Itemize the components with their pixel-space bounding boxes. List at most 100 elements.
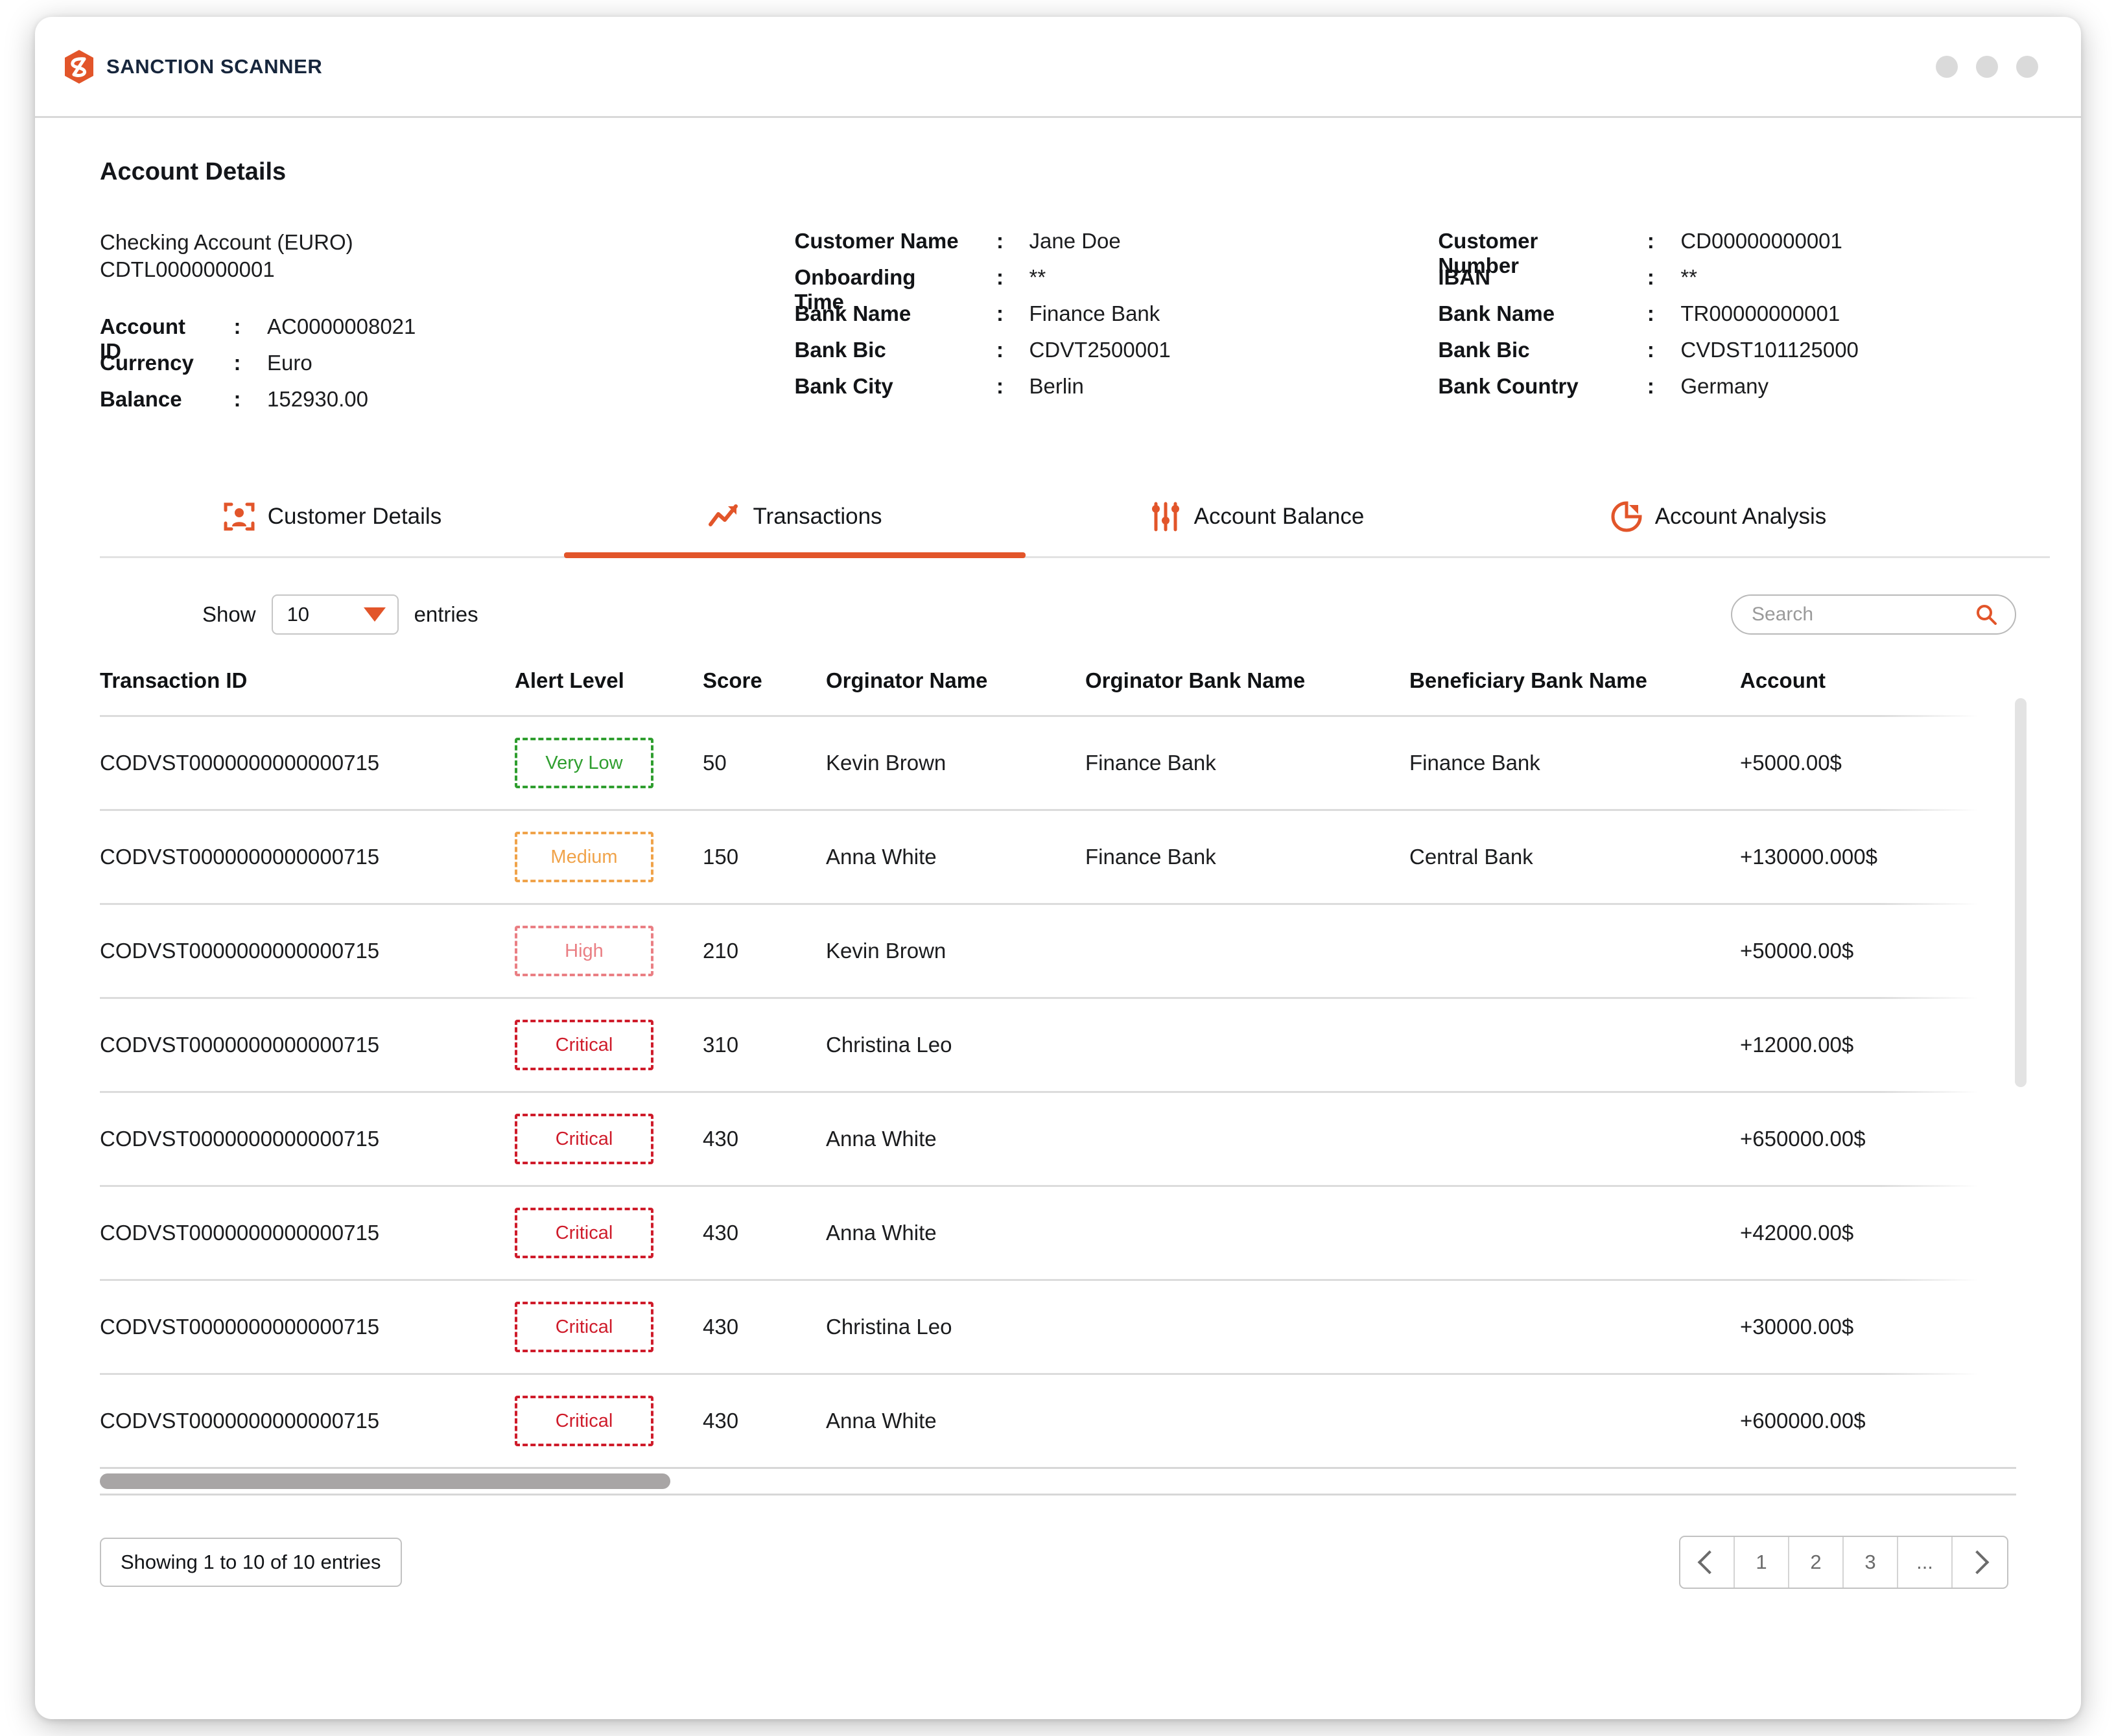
status-badge: High — [515, 926, 653, 977]
col-alert-level[interactable]: Alert Level — [515, 668, 703, 718]
pagination-prev[interactable] — [1680, 1537, 1735, 1588]
page-size-value: 10 — [287, 603, 310, 626]
status-badge: Critical — [515, 1302, 653, 1353]
field-colon: : — [233, 387, 241, 412]
cell-alert-level: Critical — [515, 1186, 703, 1282]
field-label: Customer Name — [794, 229, 959, 253]
table-row[interactable]: CODVST0000000000000715 Medium 150 Anna W… — [100, 810, 2016, 906]
window-controls[interactable] — [1936, 55, 2038, 78]
pagination-page-3[interactable]: 3 — [1844, 1537, 1898, 1588]
cell-beneficiary-bank-name — [1409, 1374, 1740, 1468]
field-colon: : — [1647, 229, 1654, 253]
cell-transaction-id: CODVST0000000000000715 — [100, 904, 515, 1000]
col-transaction-id[interactable]: Transaction ID — [100, 668, 515, 718]
window-dot-3[interactable] — [2016, 55, 2038, 78]
field-colon: : — [1647, 301, 1654, 325]
status-badge: Critical — [515, 1208, 653, 1259]
page-title: Account Details — [100, 158, 287, 185]
field-value: TR00000000001 — [1680, 301, 1840, 325]
table-header-row: Transaction ID Alert Level Score Orginat… — [100, 668, 2016, 718]
search-input[interactable] — [1752, 604, 1959, 626]
field-label: Bank Name — [794, 301, 911, 325]
field-colon: : — [1647, 338, 1654, 362]
cell-account-amount: +650000.00$ — [1740, 1092, 2012, 1188]
cell-transaction-id: CODVST0000000000000715 — [100, 716, 515, 812]
field-label: Bank City — [794, 374, 893, 398]
table-row[interactable]: CODVST0000000000000715 Very Low 50 Kevin… — [100, 716, 2016, 812]
table-row[interactable]: CODVST0000000000000715 Critical 310 Chri… — [100, 998, 2016, 1094]
table-footer: Showing 1 to 10 of 10 entries 1 2 3 ... — [66, 1496, 2050, 1589]
field-value: Euro — [267, 351, 312, 375]
field-value: 152930.00 — [267, 387, 368, 412]
customer-fields: Customer Name : Jane Doe Onboarding Time… — [794, 229, 1438, 410]
cell-account-amount: +130000.000$ — [1740, 810, 2012, 906]
col-orginator-bank-name[interactable]: Orginator Bank Name — [1085, 668, 1409, 718]
field-value: Germany — [1680, 374, 1769, 398]
entries-label: entries — [414, 602, 478, 627]
field-label: Currency — [100, 351, 194, 375]
cell-beneficiary-bank-name — [1409, 904, 1740, 1000]
cell-alert-level: Critical — [515, 1374, 703, 1468]
col-orginator-name[interactable]: Orginator Name — [826, 668, 1085, 718]
cell-orginator-bank-name — [1085, 1280, 1409, 1376]
pie-chart-icon — [1611, 501, 1642, 532]
field-row: Account ID : AC0000008021 — [100, 314, 794, 363]
col-beneficiary-bank-name[interactable]: Beneficiary Bank Name — [1409, 668, 1740, 718]
pagination-ellipsis[interactable]: ... — [1898, 1537, 1953, 1588]
status-badge: Critical — [515, 1114, 653, 1165]
field-value: Berlin — [1029, 374, 1084, 398]
tab-transactions[interactable]: Transactions — [564, 486, 1026, 559]
page-size-select[interactable]: 10 — [271, 594, 399, 635]
tab-customer-details[interactable]: Customer Details — [100, 486, 564, 556]
table-row[interactable]: CODVST0000000000000715 Critical 430 Anna… — [100, 1374, 2016, 1468]
table-row[interactable]: CODVST0000000000000715 Critical 430 Anna… — [100, 1186, 2016, 1282]
pagination-next[interactable] — [1953, 1537, 2007, 1588]
cell-score: 310 — [703, 998, 826, 1094]
bank-fields: Customer Number : CD00000000001 IBAN : *… — [1438, 229, 2050, 410]
cell-orginator-name: Kevin Brown — [826, 716, 1085, 812]
pagination-page-1[interactable]: 1 — [1735, 1537, 1789, 1588]
search-box[interactable] — [1731, 594, 2016, 635]
cell-score: 150 — [703, 810, 826, 906]
col-score[interactable]: Score — [703, 668, 826, 718]
field-row: Bank Name : Finance Bank — [794, 301, 1438, 338]
search-icon[interactable] — [1975, 603, 1998, 626]
table-row[interactable]: CODVST0000000000000715 Critical 430 Anna… — [100, 1092, 2016, 1188]
field-row: Balance : 152930.00 — [100, 387, 794, 423]
tab-bar: Customer Details Transactions Account Ba… — [100, 486, 2050, 559]
table-row[interactable]: CODVST0000000000000715 Critical 430 Chri… — [100, 1280, 2016, 1376]
cell-beneficiary-bank-name — [1409, 1280, 1740, 1376]
field-row: Customer Number : CD00000000001 — [1438, 229, 2050, 277]
window-dot-2[interactable] — [1976, 55, 1998, 78]
field-colon: : — [996, 265, 1004, 289]
cell-beneficiary-bank-name — [1409, 1186, 1740, 1282]
col-account[interactable]: Account — [1740, 668, 2012, 718]
account-summary: Checking Account (EURO) CDTL0000000001 A… — [66, 229, 2050, 423]
field-row: Bank Bic : CDVT2500001 — [794, 338, 1438, 374]
field-row: Customer Name : Jane Doe — [794, 229, 1438, 265]
tab-account-analysis[interactable]: Account Analysis — [1487, 486, 1949, 556]
field-value: CD00000000001 — [1680, 229, 1842, 253]
brand-logo[interactable]: SANCTION SCANNER — [62, 49, 322, 85]
field-colon: : — [1647, 265, 1654, 289]
field-row: Bank Country : Germany — [1438, 374, 2050, 410]
cell-transaction-id: CODVST0000000000000715 — [100, 810, 515, 906]
tab-account-balance[interactable]: Account Balance — [1026, 486, 1487, 556]
field-row: IBAN : ** — [1438, 265, 2050, 301]
table-horizontal-scrollbar[interactable] — [100, 1467, 2016, 1496]
field-value: ** — [1680, 265, 1698, 289]
cell-score: 210 — [703, 904, 826, 1000]
top-bar: SANCTION SCANNER — [35, 17, 2081, 118]
window-dot-1[interactable] — [1936, 55, 1958, 78]
pagination-page-2[interactable]: 2 — [1789, 1537, 1844, 1588]
field-colon: : — [233, 314, 241, 339]
cell-orginator-bank-name — [1085, 998, 1409, 1094]
cell-account-amount: +12000.00$ — [1740, 998, 2012, 1094]
cell-score: 430 — [703, 1280, 826, 1376]
cell-orginator-bank-name: Finance Bank — [1085, 716, 1409, 812]
chevron-right-icon — [1965, 1551, 1990, 1575]
table-vertical-scrollbar[interactable] — [2015, 698, 2027, 1088]
table-row[interactable]: CODVST0000000000000715 High 210 Kevin Br… — [100, 904, 2016, 1000]
field-value: ** — [1029, 265, 1046, 289]
scrollbar-thumb[interactable] — [100, 1473, 670, 1490]
